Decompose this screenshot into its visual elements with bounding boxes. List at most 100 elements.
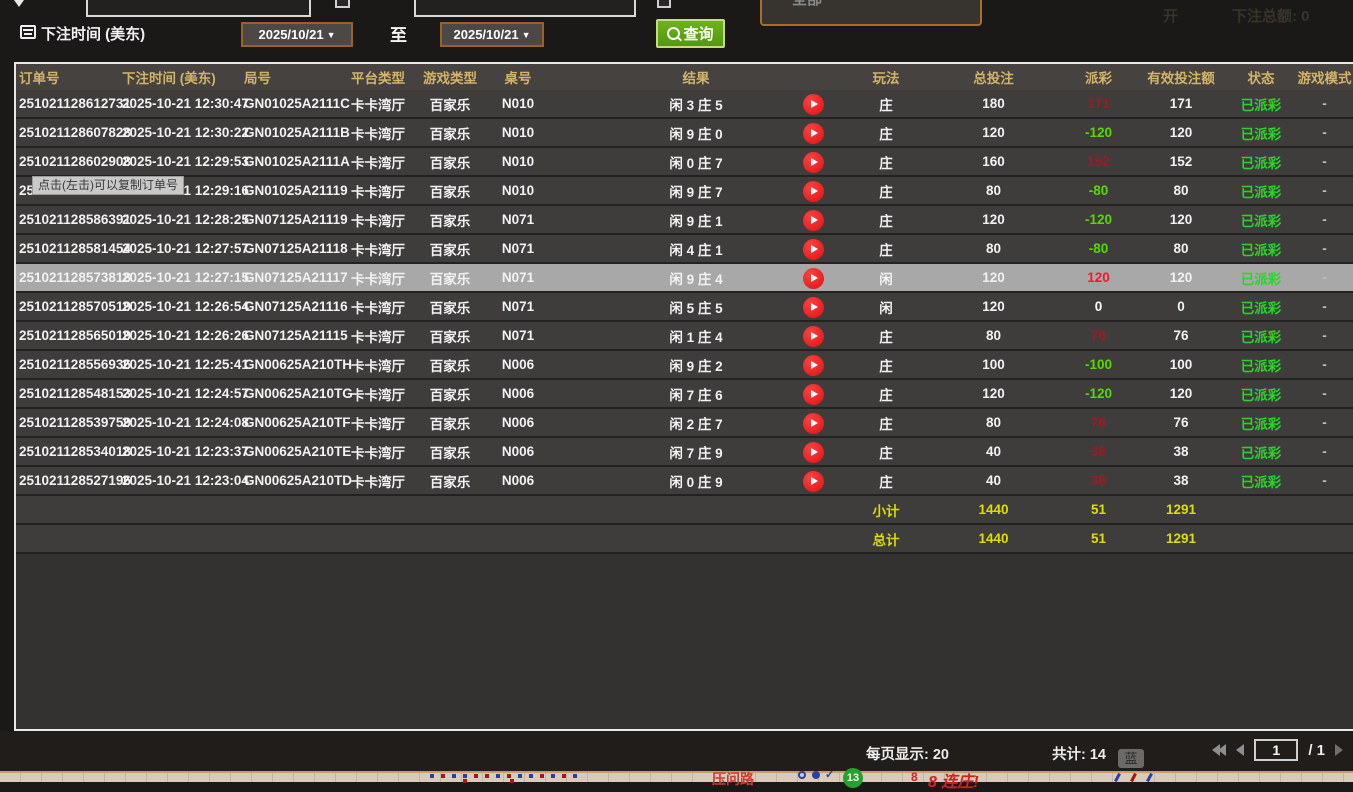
status-dropdown[interactable]: 全部 [760, 0, 982, 26]
replay-play-icon[interactable] [803, 239, 824, 260]
roadmap-slash [1114, 773, 1121, 782]
status-dropdown-value: 全部 [792, 0, 822, 9]
cell-total: 80 [926, 183, 1061, 198]
total-count-label: 共计: 14 [1052, 743, 1106, 764]
table-row[interactable]: 2510211285340182025-10-21 12:23:37GN0062… [16, 438, 1353, 467]
bet-time-label: 下注时间 (美东) [41, 23, 145, 44]
cell-table: N010 [490, 125, 546, 140]
cell-status: 已派彩 [1226, 471, 1296, 491]
cell-mode: - [1296, 357, 1353, 372]
date-to-select[interactable]: 2025/10/21▼ [440, 22, 544, 47]
table-row[interactable]: 2510211285481532025-10-21 12:24:57GN0062… [16, 380, 1353, 409]
date-from-select[interactable]: 2025/10/21▼ [241, 22, 353, 47]
cell-order: 251021128539759 [16, 415, 119, 430]
cell-valid: 38 [1136, 473, 1226, 488]
replay-play-icon[interactable] [803, 268, 824, 289]
result-text: 闲 9 庄 2 [669, 355, 722, 375]
cell-order: 251021128581454 [16, 241, 119, 256]
search-input-1[interactable] [86, 0, 311, 17]
table-row[interactable]: 2510211286029082025-10-21 12:29:53GN0102… [16, 148, 1353, 177]
replay-play-icon[interactable] [803, 94, 824, 115]
roadmap-dot [441, 774, 445, 778]
cell-status: 已派彩 [1226, 326, 1296, 346]
cell-order: 251021128548153 [16, 386, 119, 401]
table-row[interactable]: 2510211285271962025-10-21 12:23:04GN0062… [16, 467, 1353, 496]
cell-round: GN00625A210TD [241, 473, 346, 488]
replay-play-icon[interactable] [803, 123, 824, 144]
chevron-down-icon: ▼ [522, 30, 531, 40]
roadmap-dot [529, 774, 533, 778]
roadmap-dot [518, 774, 522, 778]
replay-play-icon[interactable] [803, 152, 824, 173]
cell-platform: 卡卡湾厅 [346, 268, 410, 288]
replay-play-icon[interactable] [803, 297, 824, 318]
table-row[interactable]: 2510211285650192025-10-21 12:26:26GN0712… [16, 322, 1353, 351]
replay-play-icon[interactable] [803, 471, 824, 492]
next-page-button[interactable] [1335, 744, 1343, 756]
filled-circle-icon [812, 771, 820, 779]
first-page-button[interactable] [1212, 744, 1226, 756]
cell-status: 已派彩 [1226, 413, 1296, 433]
page-input[interactable]: 1 [1254, 739, 1298, 761]
roadmap-dot [463, 774, 467, 778]
cell-result: 闲 7 庄 6 [546, 380, 846, 407]
cell-valid: 120 [1136, 212, 1226, 227]
search-icon [667, 27, 680, 40]
cell-play: 庄 [846, 181, 926, 201]
calendar-mini-icon-1 [335, 0, 350, 8]
cell-payout: 38 [1061, 473, 1136, 488]
replay-play-icon[interactable] [803, 355, 824, 376]
cell-play: 庄 [846, 123, 926, 143]
cell-platform: 卡卡湾厅 [346, 326, 410, 346]
cell-result: 闲 9 庄 7 [546, 177, 846, 204]
cell-round: GN07125A21116 [241, 299, 346, 314]
prev-page-button[interactable] [1236, 744, 1244, 756]
cell-platform: 卡卡湾厅 [346, 123, 410, 143]
replay-play-icon[interactable] [803, 442, 824, 463]
table-row[interactable]: 2510211285814542025-10-21 12:27:57GN0712… [16, 235, 1353, 264]
table-row[interactable]: 2510211286127312025-10-21 12:30:47GN0102… [16, 90, 1353, 119]
cell-game: 百家乐 [410, 355, 490, 375]
header-7: 玩法 [846, 67, 926, 87]
replay-play-icon[interactable] [803, 384, 824, 405]
cell-round: GN00625A210TH [241, 357, 346, 372]
table-row[interactable]: 2510211285705192025-10-21 12:26:54GN0712… [16, 293, 1353, 322]
cell-result: 闲 9 庄 0 [546, 119, 846, 146]
cell-platform: 卡卡湾厅 [346, 239, 410, 259]
table-row[interactable]: 252025-10-21 12:29:16GN01025A21119卡卡湾厅百家… [16, 177, 1353, 206]
table-row[interactable]: 2510211285738182025-10-21 12:27:15GN0712… [16, 264, 1353, 293]
table-row[interactable]: 2510211286078282025-10-21 12:30:22GN0102… [16, 119, 1353, 148]
replay-play-icon[interactable] [803, 413, 824, 434]
faint-bet-total-label: 下注总额: 0 [1232, 5, 1310, 26]
replay-play-icon[interactable] [803, 181, 824, 202]
table-row[interactable]: 2510211285397592025-10-21 12:24:08GN0062… [16, 409, 1353, 438]
roadmap-dot [463, 779, 467, 783]
cell-mode: - [1296, 241, 1353, 256]
cell-play: 庄 [846, 239, 926, 259]
header-9: 派彩 [1061, 67, 1136, 87]
cell-result: 闲 9 庄 4 [546, 264, 846, 291]
page-total-label: / 1 [1308, 742, 1325, 759]
replay-play-icon[interactable] [803, 210, 824, 231]
cell-total: 1440 [926, 502, 1061, 517]
replay-play-icon[interactable] [803, 326, 824, 347]
cell-total: 120 [926, 212, 1061, 227]
roadmap-dot [507, 774, 511, 778]
cell-game: 百家乐 [410, 210, 490, 230]
cell-game: 百家乐 [410, 326, 490, 346]
table-row[interactable]: 2510211285863912025-10-21 12:28:25GN0712… [16, 206, 1353, 235]
search-input-2[interactable] [414, 0, 636, 17]
cell-round: GN00625A210TE [241, 444, 346, 459]
search-button[interactable]: 查询 [656, 19, 725, 48]
cell-order: 251021128556936 [16, 357, 119, 372]
cell-game: 百家乐 [410, 268, 490, 288]
roadmap-dot [496, 774, 500, 778]
subtotal-row: 小计1440511291 [16, 496, 1353, 525]
cell-time: 2025-10-21 12:24:57 [119, 386, 241, 401]
cell-table: N071 [490, 212, 546, 227]
cell-total: 120 [926, 270, 1061, 285]
date-range-to-label: 至 [390, 21, 407, 46]
table-row[interactable]: 2510211285569362025-10-21 12:25:41GN0062… [16, 351, 1353, 380]
cell-payout: 76 [1061, 415, 1136, 430]
cell-platform: 卡卡湾厅 [346, 181, 410, 201]
